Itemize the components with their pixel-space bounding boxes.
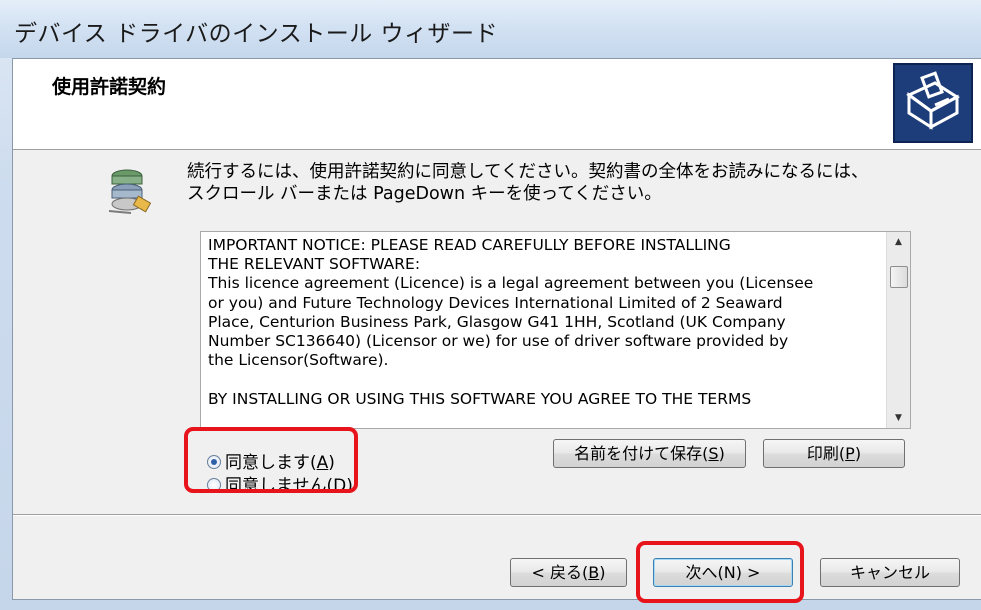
agree-radio[interactable]: 同意します(A) (207, 452, 335, 474)
agree-accesskey: A (316, 453, 329, 473)
hardware-install-icon (893, 63, 973, 143)
scroll-up-icon[interactable]: ▲ (887, 232, 910, 252)
next-button[interactable]: 次へ(N) > (653, 558, 793, 587)
instruction-line-2: スクロール バーまたは PageDown キーを使ってください。 (187, 184, 662, 204)
cancel-button[interactable]: キャンセル (820, 558, 960, 587)
instruction-line-1: 続行するには、使用許諾契約に同意してください。契約書の全体をお読みになるには、 (187, 162, 869, 182)
license-text: IMPORTANT NOTICE: PLEASE READ CAREFULLY … (208, 236, 814, 408)
print-label: 印刷( (806, 444, 846, 463)
back-accesskey: B (588, 563, 600, 582)
print-accesskey: P (845, 444, 855, 463)
window-frame: デバイス ドライバのインストール ウィザード 使用許諾契約 続行するには、使用許… (0, 0, 981, 610)
page-title: 使用許諾契約 (52, 76, 167, 98)
footer-divider (13, 514, 981, 516)
save-as-label: 名前を付けて保存( (574, 444, 709, 463)
save-as-accesskey: S (708, 444, 719, 463)
license-scroll-icon (105, 167, 152, 217)
save-as-button[interactable]: 名前を付けて保存(S) (553, 439, 746, 468)
disagree-accesskey: D (333, 476, 347, 496)
window-title: デバイス ドライバのインストール ウィザード (14, 21, 499, 47)
radio-selected-icon[interactable] (207, 455, 221, 469)
radio-unselected-icon[interactable] (207, 478, 221, 492)
back-button[interactable]: < 戻る(B) (510, 558, 627, 587)
scroll-down-icon[interactable]: ▼ (887, 408, 910, 428)
scroll-thumb[interactable] (890, 266, 908, 288)
instruction-text: 続行するには、使用許諾契約に同意してください。契約書の全体をお読みになるには、 … (187, 161, 868, 205)
wizard-client-area: 使用許諾契約 続行するには、使用許諾契約に同意してください。契約書の全体をお読み… (12, 58, 981, 600)
wizard-header: 使用許諾契約 (13, 59, 981, 150)
disagree-label: 同意しません( (225, 476, 334, 496)
title-bar: デバイス ドライバのインストール ウィザード (0, 0, 981, 58)
print-button[interactable]: 印刷(P) (763, 439, 905, 468)
agree-label: 同意します( (225, 453, 317, 473)
license-text-area[interactable]: IMPORTANT NOTICE: PLEASE READ CAREFULLY … (200, 231, 911, 429)
back-label: < 戻る( (531, 563, 589, 582)
license-scrollbar[interactable]: ▲ ▼ (886, 232, 910, 428)
disagree-radio[interactable]: 同意しません(D) (207, 475, 353, 497)
